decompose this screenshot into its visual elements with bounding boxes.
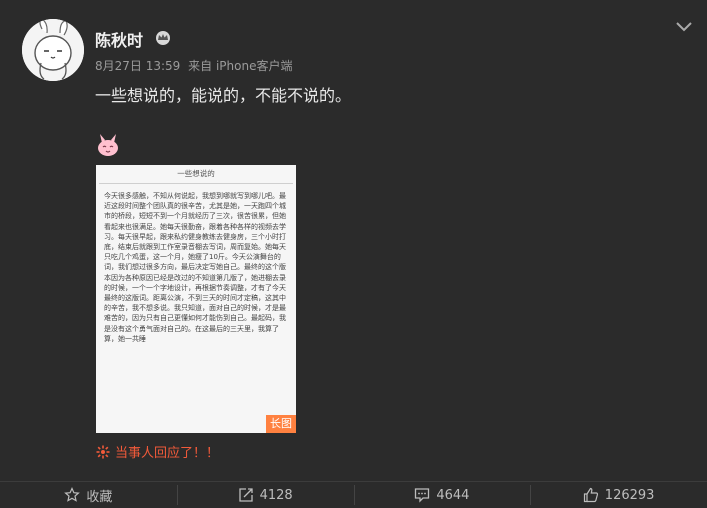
favorite-button[interactable]: 收藏	[0, 482, 177, 508]
long-image[interactable]: 一些想说的 今天很多感触，不知从何说起，我想到哪就写到哪儿吧。最近这段时间整个团…	[96, 165, 296, 433]
bunny-emoji-icon	[98, 134, 118, 156]
action-bar: 收藏 4128 4644 126293	[0, 481, 707, 508]
repost-icon	[238, 488, 253, 502]
comment-button[interactable]: 4644	[353, 482, 531, 508]
comment-count: 4644	[436, 487, 470, 503]
post-meta: 8月27日 13:59 来自 iPhone客户端	[95, 57, 296, 74]
repost-button[interactable]: 4128	[176, 482, 354, 508]
comment-icon	[415, 488, 430, 503]
user-name[interactable]: 陈秋时	[95, 27, 143, 51]
image-title: 一些想说的	[177, 169, 215, 178]
post-source: 来自 iPhone客户端	[188, 59, 293, 73]
crown-icon	[156, 31, 170, 45]
avatar[interactable]	[22, 19, 84, 81]
like-button[interactable]: 126293	[530, 482, 707, 508]
post-text: 一些想说的，能说的，不能不说的。	[95, 86, 352, 105]
like-icon	[583, 487, 598, 503]
reply-text: 当事人回应了！！	[115, 446, 220, 461]
image-body-text: 今天很多感触，不知从何说起，我想到哪就写到哪儿吧。最近这段时间整个团队真的很辛苦…	[104, 192, 286, 343]
like-count: 126293	[604, 487, 655, 503]
favorite-label: 收藏	[86, 489, 113, 505]
chevron-down-icon[interactable]	[675, 20, 693, 34]
long-image-badge: 长图	[266, 415, 296, 433]
post-date[interactable]: 8月27日 13:59	[95, 59, 180, 73]
reply-link[interactable]: 当事人回应了！！	[96, 442, 219, 461]
sparkle-icon	[96, 445, 110, 458]
star-icon	[64, 487, 81, 502]
image-divider	[99, 183, 293, 184]
repost-count: 4128	[259, 487, 293, 503]
